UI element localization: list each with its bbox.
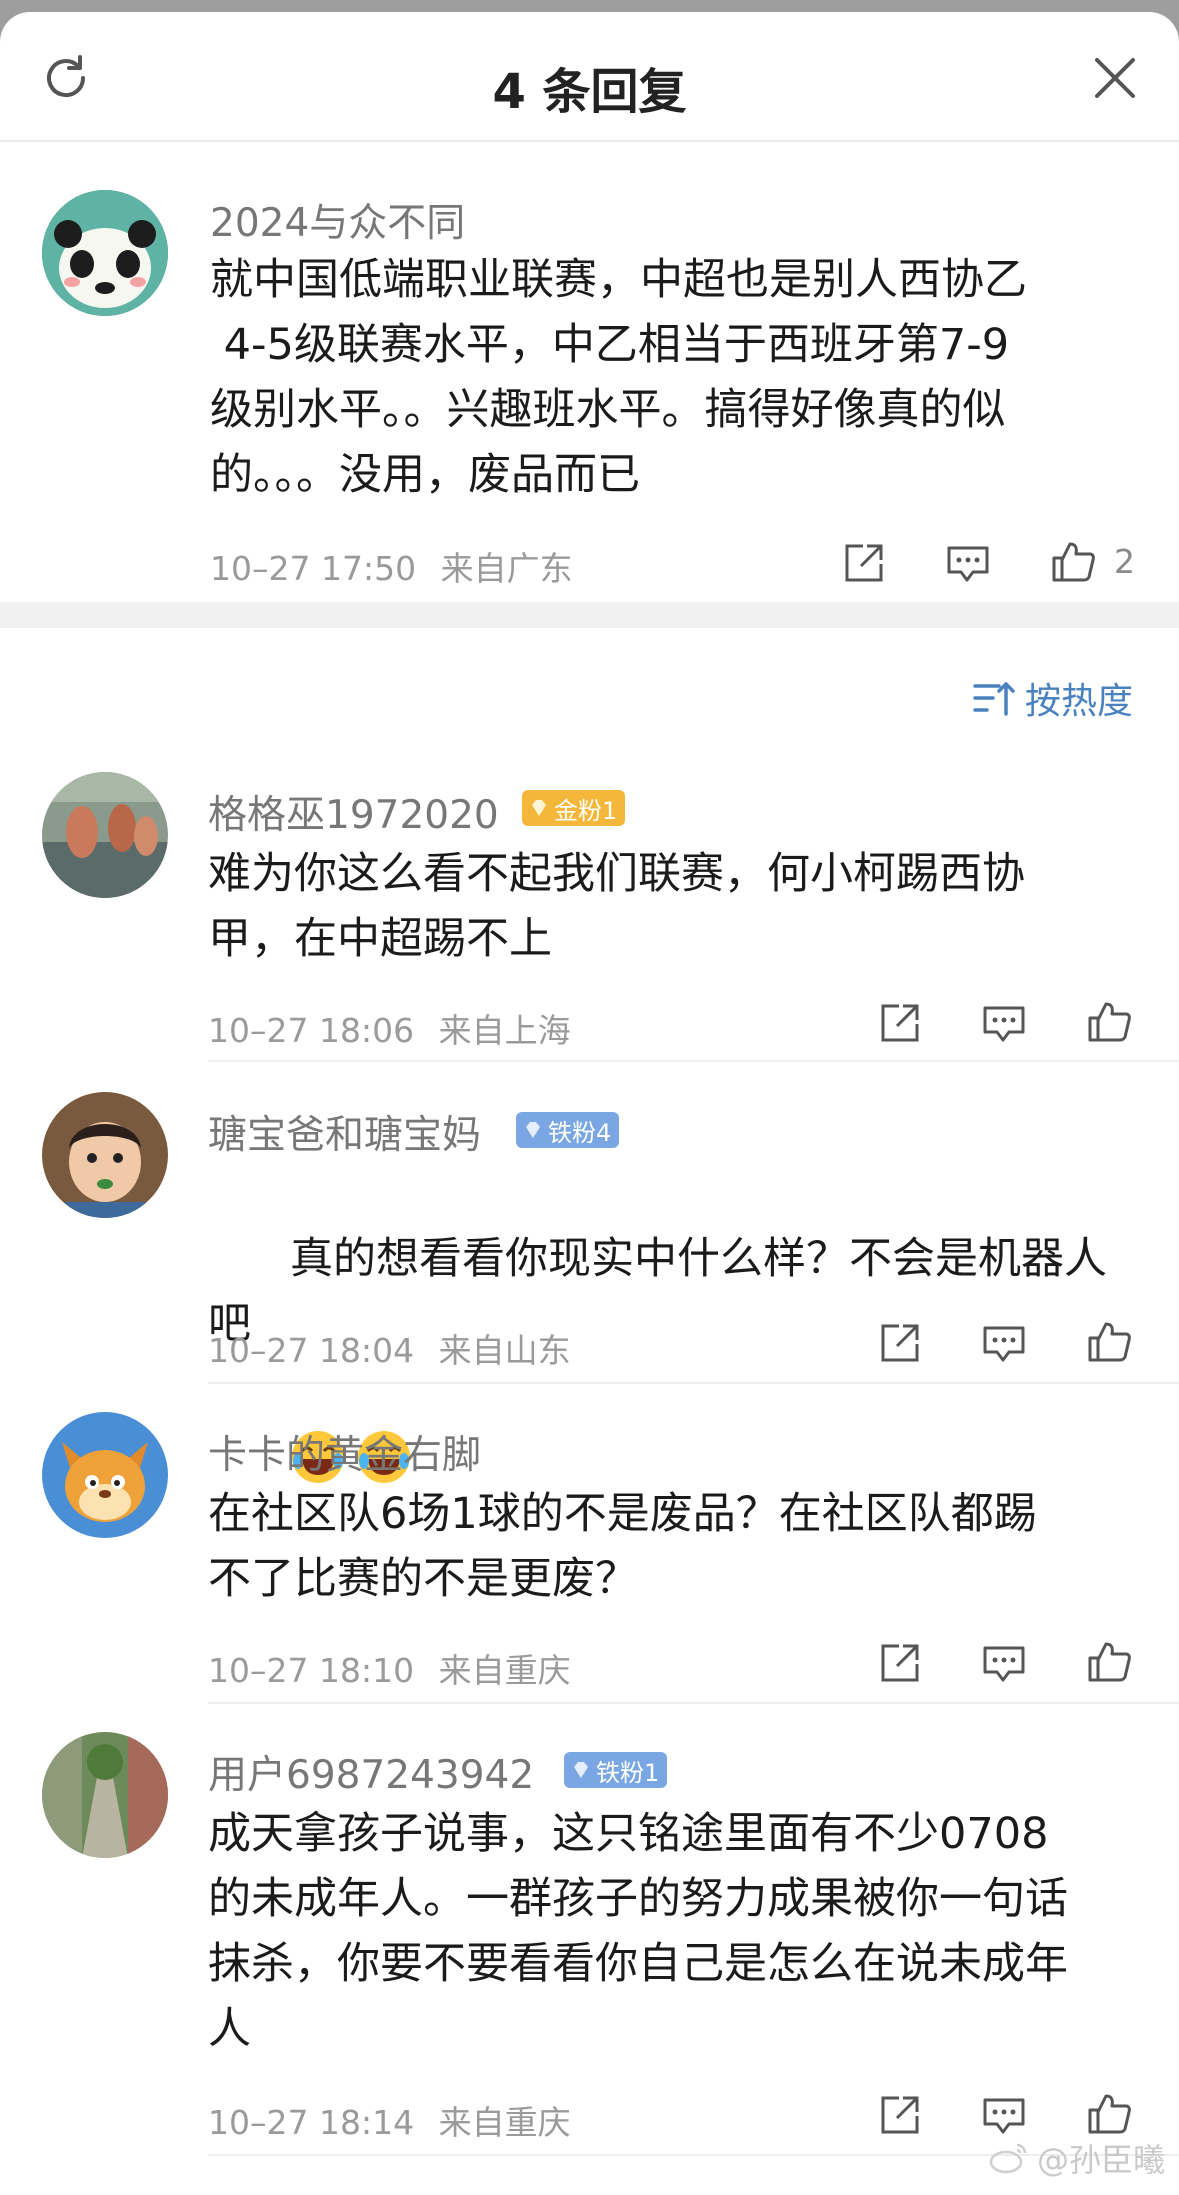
divider: [208, 1382, 1179, 1384]
username[interactable]: 格格巫1972020: [208, 784, 499, 840]
comment-location: 来自重庆: [438, 1651, 571, 1690]
sort-by-hot-button[interactable]: 按热度: [973, 672, 1133, 724]
like-count: 2: [1114, 542, 1135, 581]
comment-location: 来自山东: [438, 1331, 571, 1370]
comment-text: 就中国低端职业联赛，中超也是别人西协乙 4-5级联赛水平，中乙相当于西班牙第7-…: [210, 255, 1027, 500]
fan-badge: 金粉1: [522, 790, 626, 826]
avatar[interactable]: [42, 1092, 168, 1218]
comment-icon[interactable]: [945, 540, 991, 586]
comment-time: 10–27 18:10: [208, 1651, 415, 1690]
diamond-icon: [574, 1762, 588, 1778]
fan-badge: 铁粉4: [516, 1112, 620, 1148]
username[interactable]: 卡卡的黄金右脚: [208, 1424, 481, 1480]
divider: [208, 1060, 1179, 1062]
like-icon[interactable]: [1050, 538, 1096, 584]
username[interactable]: 瑭宝爸和瑭宝妈: [208, 1104, 481, 1160]
share-icon[interactable]: [877, 1320, 923, 1366]
section-gap: [0, 602, 1179, 628]
avatar[interactable]: [42, 190, 168, 316]
username[interactable]: 用户6987243942: [208, 1744, 534, 1800]
share-icon[interactable]: [877, 1000, 923, 1046]
like-icon[interactable]: [1086, 2090, 1132, 2136]
comment-time: 10–27 18:14: [208, 2103, 415, 2142]
sort-icon: [973, 682, 1015, 716]
avatar[interactable]: [42, 1732, 168, 1858]
comment-time: 10–27 18:04: [208, 1331, 415, 1370]
comment-meta: 10–27 17:50 来自广东: [210, 542, 573, 590]
share-icon[interactable]: [877, 1640, 923, 1686]
comment-meta: 10–27 18:10 来自重庆: [208, 1644, 571, 1692]
reply-sheet: 4 条回复 2024与众不同 就中国低端职业联赛，中超也是别人西协乙 4-5级联…: [0, 12, 1179, 2195]
comment-time: 10–27 18:06: [208, 1011, 415, 1050]
share-icon[interactable]: [877, 2092, 923, 2138]
comment-text: 在社区队6场1球的不是废品？在社区队都踢 不了比赛的不是更废？: [208, 1489, 1037, 1604]
comment-icon[interactable]: [981, 1320, 1027, 1366]
sheet-title: 4 条回复: [492, 64, 687, 120]
comment-meta: 10–27 18:06 来自上海: [208, 1004, 571, 1052]
comment-meta: 10–27 18:14 来自重庆: [208, 2096, 571, 2144]
original-comment: 2024与众不同 就中国低端职业联赛，中超也是别人西协乙 4-5级联赛水平，中乙…: [0, 142, 1179, 602]
comment-meta: 10–27 18:04 来自山东: [208, 1324, 571, 1372]
username[interactable]: 2024与众不同: [210, 192, 465, 248]
diamond-icon: [532, 800, 546, 816]
comment-icon[interactable]: [981, 1640, 1027, 1686]
watermark: @孙臣曦: [989, 2135, 1165, 2181]
weibo-logo-icon: [989, 2143, 1027, 2174]
avatar[interactable]: [42, 772, 168, 898]
like-icon[interactable]: [1086, 998, 1132, 1044]
sort-label: 按热度: [1024, 681, 1133, 722]
comment-icon[interactable]: [981, 2092, 1027, 2138]
comment-icon[interactable]: [981, 1000, 1027, 1046]
comment-location: 来自重庆: [438, 2103, 571, 2142]
avatar[interactable]: [42, 1412, 168, 1538]
sheet-header: 4 条回复: [0, 12, 1179, 142]
divider: [208, 1702, 1179, 1704]
close-icon[interactable]: [1091, 54, 1139, 102]
comment-text: 成天拿孩子说事，这只铭途里面有不少0708 的未成年人。一群孩子的努力成果被你一…: [208, 1809, 1068, 2054]
share-icon[interactable]: [841, 540, 887, 586]
comment-time: 10–27 17:50: [210, 549, 417, 588]
fan-badge: 铁粉1: [564, 1752, 668, 1788]
like-icon[interactable]: [1086, 1318, 1132, 1364]
comment-text: 难为你这么看不起我们联赛，何小柯踢西协 甲，在中超踢不上: [208, 849, 1025, 964]
like-icon[interactable]: [1086, 1638, 1132, 1684]
comment-location: 来自广东: [440, 549, 573, 588]
diamond-icon: [526, 1122, 540, 1138]
comment-location: 来自上海: [438, 1011, 571, 1050]
